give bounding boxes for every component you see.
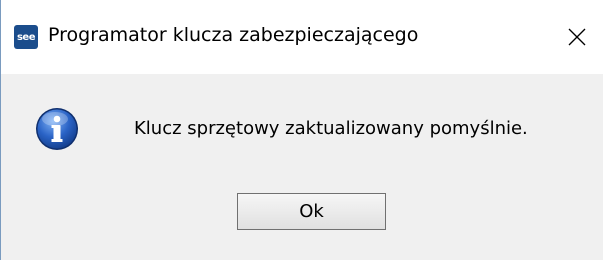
dialog-message: Klucz sprzętowy zaktualizowany pomyślnie… [134,118,528,139]
app-icon-label: see [16,31,36,43]
info-icon [36,108,78,150]
close-icon [568,28,586,46]
ok-button[interactable]: Ok [237,193,386,230]
dialog-body: Klucz sprzętowy zaktualizowany pomyślnie… [1,74,603,260]
app-icon: see [14,25,38,49]
window-title: Programator klucza zabezpieczającego [48,24,419,46]
title-bar[interactable]: see Programator klucza zabezpieczającego [1,0,603,74]
message-dialog: see Programator klucza zabezpieczającego [0,0,603,260]
close-button[interactable] [554,14,600,60]
